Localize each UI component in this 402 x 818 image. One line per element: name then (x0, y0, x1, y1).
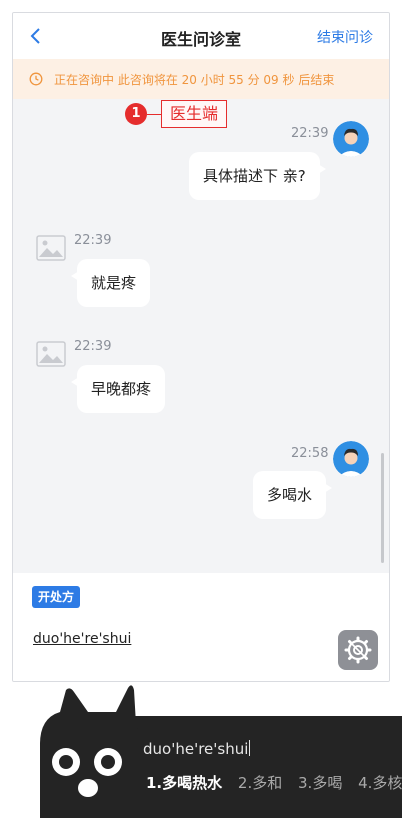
ime-candidate[interactable]: 2.多和 (238, 774, 282, 792)
ime-candidate[interactable]: 3.多喝 (298, 774, 342, 792)
patient-avatar-placeholder-icon (36, 235, 66, 261)
doctor-avatar[interactable] (333, 121, 369, 157)
ime-candidate[interactable]: 4.多核 (358, 774, 402, 792)
chat-scrollbar[interactable] (381, 453, 384, 563)
compose-area: 开处方 duo'he're'shui (13, 573, 389, 681)
ime-candidates: 1.多喝热水 2.多和 3.多喝 4.多核 (146, 772, 402, 793)
message-bubble: 早晚都疼 (70, 365, 166, 413)
gear-icon (344, 636, 372, 664)
ime-preedit-text: duo'he're'shui (143, 740, 249, 758)
message-bubble: 多喝水 (253, 471, 333, 519)
message-time: 22:58 (291, 446, 329, 461)
countdown-text: 正在咨询中 此咨询将在 20 小时 55 分 09 秒 后结束 (54, 73, 335, 87)
message-time: 22:39 (291, 126, 329, 141)
message-bubble: 就是疼 (70, 259, 151, 307)
annotation-number: 1 (125, 103, 147, 125)
message-bubble: 具体描述下 亲? (189, 152, 326, 200)
prescribe-button[interactable]: 开处方 (32, 586, 81, 608)
text-caret (249, 740, 251, 756)
ime-preedit: duo'he're'shui (143, 740, 251, 758)
consultation-countdown-banner: 正在咨询中 此咨询将在 20 小时 55 分 09 秒 后结束 (13, 59, 389, 99)
input-method-panel: duo'he're'shui 1.多喝热水 2.多和 3.多喝 4.多核 (0, 680, 402, 818)
message-input[interactable]: duo'he're'shui (33, 631, 131, 647)
annotation-label: 医生端 (161, 100, 228, 128)
ime-candidate[interactable]: 1.多喝热水 (146, 774, 222, 792)
chat-window: 医生问诊室 结束问诊 正在咨询中 此咨询将在 20 小时 55 分 09 秒 后… (12, 12, 390, 682)
message-time: 22:39 (74, 339, 112, 354)
settings-gear-button[interactable] (338, 630, 378, 670)
cat-mascot-icon (40, 685, 140, 818)
patient-avatar-placeholder-icon (36, 341, 66, 367)
doctor-avatar[interactable] (333, 441, 369, 477)
doctor-avatar-icon (333, 121, 369, 157)
message-time: 22:39 (74, 233, 112, 248)
clock-icon (29, 72, 43, 86)
nav-bar: 医生问诊室 结束问诊 (13, 13, 389, 59)
annotation-marker: 1 医生端 (125, 100, 245, 130)
doctor-avatar-icon (333, 441, 369, 477)
end-consultation-button[interactable]: 结束问诊 (317, 27, 373, 47)
annotation-line (147, 114, 161, 115)
